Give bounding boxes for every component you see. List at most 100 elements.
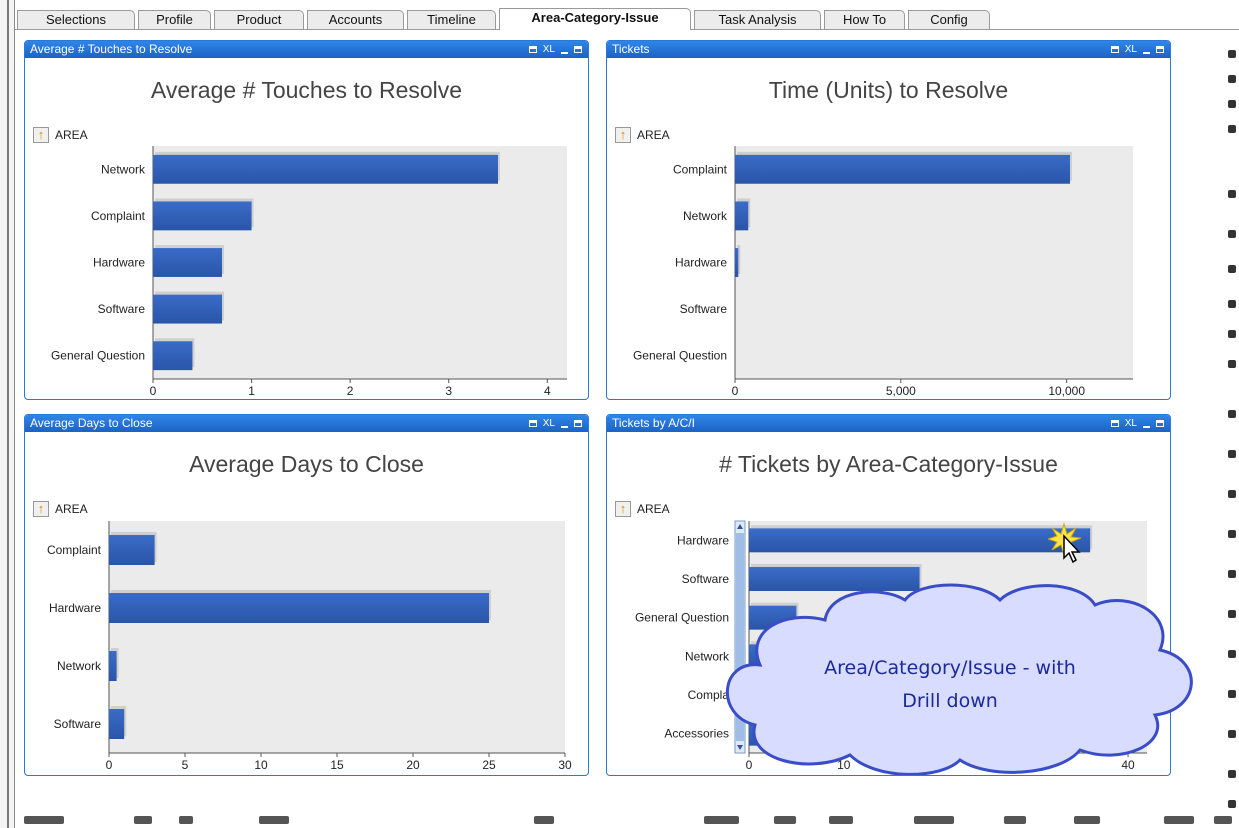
artifact-glyph: [134, 816, 152, 824]
artifact-glyph: [1228, 410, 1236, 418]
category-label[interactable]: Network: [683, 209, 728, 223]
artifact-glyph: [534, 816, 554, 824]
artifact-glyph: [1228, 650, 1236, 658]
category-label[interactable]: Hardware: [49, 601, 101, 615]
bar[interactable]: [735, 248, 739, 277]
category-label[interactable]: Software: [680, 302, 728, 316]
artifact-glyph: [1228, 330, 1236, 338]
category-label[interactable]: Software: [54, 717, 102, 731]
artifact-glyph: [1228, 50, 1236, 58]
category-label[interactable]: Hardware: [677, 533, 729, 547]
bar[interactable]: [109, 651, 117, 681]
category-label[interactable]: Network: [57, 659, 102, 673]
artifact-glyph: [1074, 816, 1100, 824]
x-tick-label: 25: [482, 758, 496, 772]
artifact-glyph: [704, 816, 739, 824]
right-edge-artifacts: [1226, 30, 1239, 820]
x-tick-label: 0: [106, 758, 113, 772]
tab-area-category-issue[interactable]: Area-Category-Issue: [499, 8, 691, 30]
artifact-glyph: [1004, 816, 1026, 824]
bar[interactable]: [749, 528, 1091, 553]
tab-config[interactable]: Config: [908, 10, 990, 29]
category-label[interactable]: Complaint: [673, 162, 728, 176]
bar-chart: Network Complaint Hardware Software General …: [51, 146, 567, 398]
artifact-glyph: [1228, 530, 1236, 538]
artifact-glyph: [1228, 360, 1236, 368]
callout-line-2: Drill down: [902, 690, 998, 712]
artifact-glyph: [1214, 816, 1232, 824]
plot-area: [109, 521, 565, 753]
sheet-tab-row: Selections Profile Product Accounts Time…: [14, 0, 1239, 30]
x-tick-label: 3: [445, 384, 452, 398]
bar[interactable]: [153, 154, 498, 184]
artifact-glyph: [914, 816, 954, 824]
x-tick-label: 1: [248, 384, 255, 398]
artifact-glyph: [24, 816, 64, 824]
x-tick-label: 0: [732, 384, 739, 398]
artifact-glyph: [1228, 690, 1236, 698]
callout-text: Area/Category/Issue - with Drill down: [730, 652, 1170, 718]
x-tick-label: 30: [558, 758, 572, 772]
tab-product[interactable]: Product: [214, 10, 304, 29]
bar[interactable]: [153, 248, 222, 277]
tab-accounts[interactable]: Accounts: [307, 10, 404, 29]
panel-avg-days-to-close: Average Days to Close XL Average Days to…: [24, 414, 589, 776]
x-tick-label: 5,000: [886, 384, 916, 398]
artifact-glyph: [1228, 570, 1236, 578]
bottom-edge-artifacts: [14, 812, 1239, 828]
category-label[interactable]: General Question: [633, 349, 727, 363]
artifact-glyph: [1228, 770, 1236, 778]
artifact-glyph: [1228, 730, 1236, 738]
artifact-glyph: [179, 816, 193, 824]
callout-line-1: Area/Category/Issue - with: [824, 657, 1076, 679]
category-label[interactable]: Complaint: [91, 209, 146, 223]
x-tick-label: 15: [330, 758, 344, 772]
category-label[interactable]: General Question: [51, 349, 145, 363]
bar[interactable]: [109, 709, 125, 739]
artifact-glyph: [1228, 265, 1236, 273]
bar-chart: Complaint Hardware Network Software 0 5 10 15 20…: [47, 521, 572, 772]
bar[interactable]: [153, 201, 252, 231]
artifact-glyph: [1164, 816, 1194, 824]
tab-profile[interactable]: Profile: [138, 10, 211, 29]
x-tick-label: 10: [254, 758, 268, 772]
artifact-glyph: [1228, 75, 1236, 83]
artifact-glyph: [1228, 230, 1236, 238]
bar[interactable]: [109, 535, 155, 565]
x-tick-label: 4: [544, 384, 551, 398]
bar[interactable]: [735, 154, 1070, 184]
artifact-glyph: [1228, 610, 1236, 618]
artifact-glyph: [1228, 490, 1236, 498]
x-tick-label: 2: [347, 384, 354, 398]
artifact-glyph: [1228, 800, 1236, 808]
category-label[interactable]: Network: [101, 162, 146, 176]
bar-chart: Complaint Network Hardware Software General …: [633, 146, 1133, 398]
artifact-glyph: [1228, 125, 1236, 133]
category-label[interactable]: Complaint: [47, 543, 102, 557]
panel-avg-touches: Average # Touches to Resolve XL Average …: [24, 40, 589, 400]
bar[interactable]: [109, 593, 489, 623]
left-frame-border: [0, 0, 15, 828]
tab-task-analysis[interactable]: Task Analysis: [694, 10, 821, 29]
artifact-glyph: [774, 816, 796, 824]
category-label[interactable]: Software: [98, 302, 146, 316]
x-tick-label: 20: [406, 758, 420, 772]
artifact-glyph: [1228, 300, 1236, 308]
x-tick-label: 0: [150, 384, 157, 398]
x-tick-label: 5: [182, 758, 189, 772]
artifact-glyph: [1228, 450, 1236, 458]
x-tick-label: 10,000: [1048, 384, 1085, 398]
click-highlight-cursor-icon: [1048, 522, 1082, 564]
artifact-glyph: [1228, 100, 1236, 108]
category-label[interactable]: Hardware: [93, 256, 145, 270]
tab-how-to[interactable]: How To: [824, 10, 905, 29]
bar[interactable]: [153, 341, 193, 371]
tab-selections[interactable]: Selections: [17, 10, 135, 29]
artifact-glyph: [829, 816, 853, 824]
category-label[interactable]: Hardware: [675, 256, 727, 270]
tab-timeline[interactable]: Timeline: [407, 10, 496, 29]
artifact-glyph: [1228, 190, 1236, 198]
bar[interactable]: [153, 294, 222, 324]
bar[interactable]: [735, 201, 749, 231]
panel-time-to-resolve: Tickets XL Time (Units) to Resolve ↑ ARE…: [606, 40, 1171, 400]
